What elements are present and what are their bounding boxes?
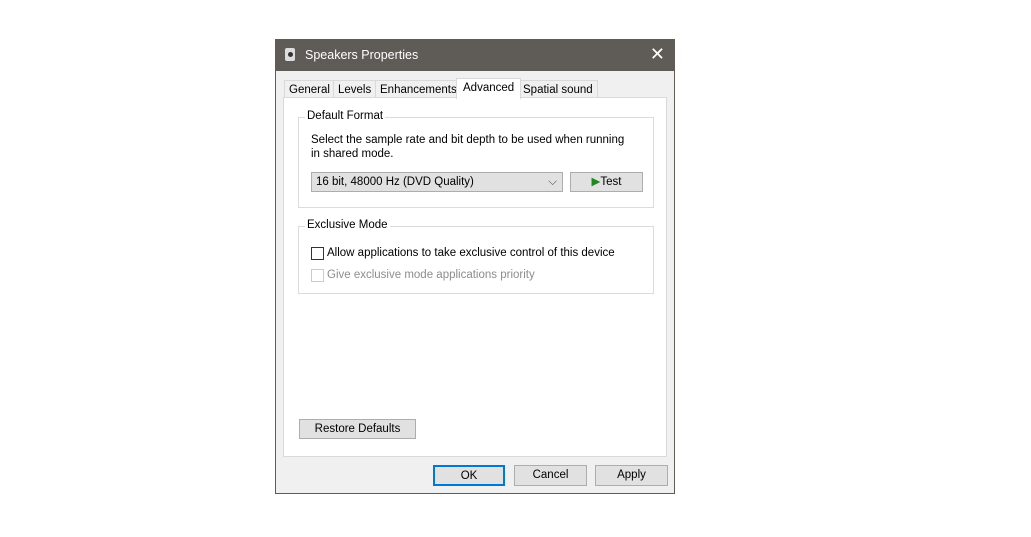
format-dropdown[interactable]: 16 bit, 48000 Hz (DVD Quality) ⌵ [311, 172, 563, 192]
cancel-button[interactable]: Cancel [514, 465, 587, 486]
default-format-group: Default Format Select the sample rate an… [298, 110, 654, 208]
allow-exclusive-checkbox[interactable] [311, 247, 324, 260]
advanced-panel: Default Format Select the sample rate an… [283, 97, 667, 457]
description-line2: in shared mode. [311, 148, 394, 160]
title-bar[interactable]: Speakers Properties ✕ [276, 40, 674, 71]
speakers-properties-dialog: Speakers Properties ✕ General Levels Enh… [275, 39, 675, 494]
test-button[interactable]: ▶Test [570, 172, 643, 192]
exclusive-mode-legend: Exclusive Mode [305, 219, 390, 231]
test-label: Test [600, 176, 622, 188]
chevron-down-icon: ⌵ [548, 176, 557, 188]
default-format-legend: Default Format [305, 110, 386, 122]
exclusive-mode-group: Exclusive Mode Allow applications to tak… [298, 219, 654, 294]
tab-general[interactable]: General [284, 80, 335, 98]
tab-enhancements[interactable]: Enhancements [375, 80, 462, 98]
priority-label[interactable]: Give exclusive mode applications priorit… [327, 269, 535, 281]
close-button[interactable]: ✕ [650, 44, 665, 65]
restore-defaults-button[interactable]: Restore Defaults [299, 419, 416, 439]
description-line1: Select the sample rate and bit depth to … [311, 134, 625, 146]
tab-levels[interactable]: Levels [333, 80, 377, 98]
speaker-icon [285, 48, 295, 61]
format-dropdown-value: 16 bit, 48000 Hz (DVD Quality) [316, 176, 474, 188]
tab-spatial-sound[interactable]: Spatial sound [518, 80, 598, 98]
apply-button[interactable]: Apply [595, 465, 668, 486]
allow-exclusive-label[interactable]: Allow applications to take exclusive con… [327, 247, 615, 259]
tab-advanced[interactable]: Advanced [456, 78, 522, 99]
window-title: Speakers Properties [305, 48, 419, 62]
ok-button[interactable]: OK [433, 465, 505, 486]
priority-checkbox[interactable] [311, 269, 324, 282]
